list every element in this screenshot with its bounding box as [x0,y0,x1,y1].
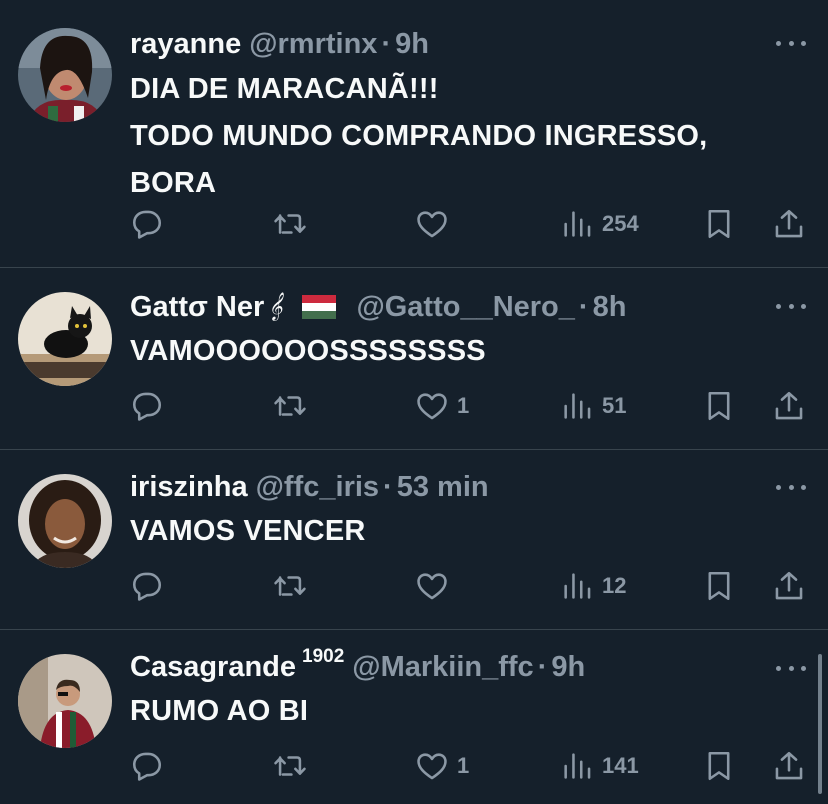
timestamp[interactable]: 9h [551,650,585,684]
like-count: 1 [457,393,470,418]
tweet-text: DIA DE MARACANÃ!!! TODO MUNDO COMPRANDO … [130,73,708,199]
more-icon[interactable] [776,663,806,673]
bookmark-button[interactable] [702,568,736,604]
user-handle[interactable]: @rmrtinx [249,27,377,61]
bookmark-icon [708,209,730,239]
tweet-header: Casagrande 1902 @Markiin_ffc · 9h [130,646,768,684]
avatar[interactable] [18,474,112,568]
action-bar: 1 51 [130,388,810,424]
separator-dot: · [381,28,392,60]
tweet-header: rayanne @rmrtinx · 9h [130,27,768,61]
views-count: 141 [602,753,639,778]
timestamp[interactable]: 8h [593,290,627,324]
display-name[interactable]: rayanne [130,27,241,61]
share-icon [775,751,803,780]
share-button[interactable] [772,748,806,784]
separator-dot: · [537,651,548,683]
more-icon[interactable] [776,38,806,48]
like-icon [417,393,447,420]
share-button[interactable] [772,206,806,242]
share-icon [775,391,803,420]
name-superscript: 1902 [302,646,345,667]
reply-button[interactable] [130,748,164,784]
retweet-icon [274,396,306,416]
views-icon [564,393,591,419]
tweet-text: VAMOOOOOOSSSSSSSS [130,335,486,367]
retweet-button[interactable] [272,206,308,242]
tweet[interactable]: iriszinha @ffc_iris · 53 min VAMOS VENCE… [0,450,828,630]
more-icon[interactable] [776,301,806,311]
retweet-button[interactable] [272,388,308,424]
retweet-icon [274,576,306,596]
hungary-flag-icon [302,295,337,319]
reply-icon [132,572,162,601]
tweet-text: VAMOS VENCER [130,515,366,547]
retweet-button[interactable] [272,568,308,604]
like-count: 1 [457,753,470,778]
reply-button[interactable] [130,206,164,242]
views-count: 12 [602,573,627,598]
share-icon [775,209,803,238]
scrollbar[interactable] [818,654,822,794]
like-button[interactable] [415,568,457,604]
action-bar: 1 141 [130,748,810,784]
bookmark-button[interactable] [702,748,736,784]
tweet[interactable]: Gattσ Ner 𝄞 @Gatto__Nero_ · 8h VAMOOOOOO… [0,268,828,450]
share-button[interactable] [772,568,806,604]
like-button[interactable] [415,206,457,242]
name-symbol: 𝄞 [268,293,283,320]
display-name[interactable]: Casagrande [130,650,296,684]
reply-icon [132,392,162,421]
avatar[interactable] [18,654,112,748]
like-button[interactable]: 1 [415,748,469,784]
avatar[interactable] [18,28,112,122]
reply-icon [132,210,162,239]
tweet[interactable]: Casagrande 1902 @Markiin_ffc · 9h RUMO A… [0,630,828,804]
views-button[interactable]: 141 [560,748,639,784]
like-icon [417,753,447,780]
reply-icon [132,752,162,781]
like-button[interactable]: 1 [415,388,469,424]
bookmark-button[interactable] [702,206,736,242]
bookmark-icon [708,391,730,421]
separator-dot: · [383,471,393,503]
views-button[interactable]: 12 [560,568,626,604]
user-handle[interactable]: @ffc_iris [256,470,379,504]
views-count: 254 [602,211,639,236]
reply-button[interactable] [130,568,164,604]
views-button[interactable]: 51 [560,388,626,424]
tweet[interactable]: rayanne @rmrtinx · 9h DIA DE MARACANÃ!!!… [0,0,828,268]
action-bar: 254 [130,206,810,242]
like-icon [417,573,447,600]
reply-button[interactable] [130,388,164,424]
user-handle[interactable]: @Gatto__Nero_ [356,290,574,324]
bookmark-icon [708,571,730,601]
retweet-button[interactable] [272,748,308,784]
like-icon [417,211,447,238]
display-name[interactable]: iriszinha [130,470,248,504]
views-button[interactable]: 254 [560,206,639,242]
views-count: 51 [602,393,627,418]
more-icon[interactable] [776,482,806,492]
views-icon [564,211,591,237]
tweet-header: iriszinha @ffc_iris · 53 min [130,470,768,504]
avatar[interactable] [18,292,112,386]
tweet-header: Gattσ Ner 𝄞 @Gatto__Nero_ · 8h [130,290,768,324]
tweet-text: RUMO AO BI [130,695,309,727]
share-button[interactable] [772,388,806,424]
display-name[interactable]: Gattσ Ner [130,290,264,324]
timestamp[interactable]: 53 min [397,470,489,504]
retweet-icon [274,756,306,776]
separator-dot: · [578,291,589,323]
retweet-icon [274,214,306,234]
timestamp[interactable]: 9h [395,27,429,61]
views-icon [564,753,591,779]
share-icon [775,571,803,600]
action-bar: 12 [130,568,810,604]
views-icon [564,573,591,599]
user-handle[interactable]: @Markiin_ffc [352,650,533,684]
bookmark-button[interactable] [702,388,736,424]
bookmark-icon [708,751,730,781]
